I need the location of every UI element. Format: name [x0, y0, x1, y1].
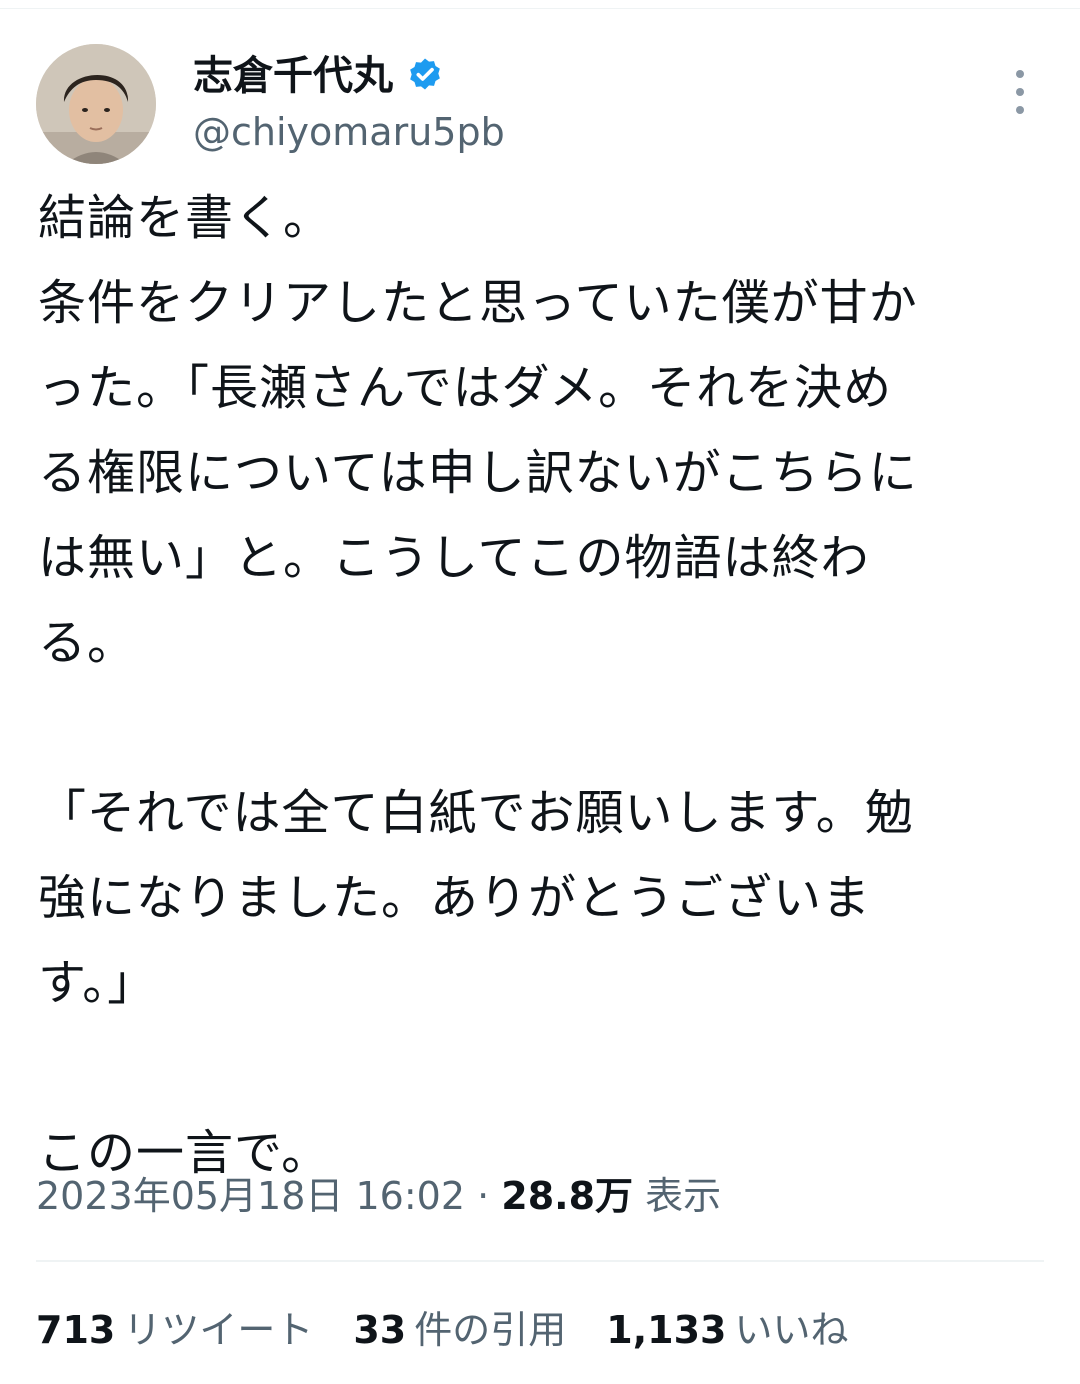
tweet-line: 結論を書く。: [38, 190, 333, 246]
tweet-timestamp[interactable]: 2023年05月18日 16:02: [36, 1174, 465, 1218]
meta-separator: ·: [477, 1174, 490, 1218]
author-name-text: 志倉千代丸: [193, 53, 393, 99]
verified-badge-icon[interactable]: [405, 56, 445, 96]
top-divider: [0, 8, 1080, 9]
author-handle[interactable]: @chiyomaru5pb: [193, 110, 505, 154]
retweets-label: リツイート: [123, 1308, 314, 1352]
tweet-line: は無い」と。こうしてこの物語は終わ: [38, 530, 870, 586]
views-label: 表示: [645, 1174, 722, 1218]
tweet-line: す。」: [38, 955, 157, 1011]
views-count: 28.8万: [501, 1174, 634, 1218]
tweet-line: った。「長瀬さんではダメ。それを決め: [38, 360, 893, 416]
tweet-detail: 志倉千代丸 @chiyomaru5pb 結論を書く。 条件をクリアしたと思ってい…: [0, 0, 1080, 1384]
avatar[interactable]: [36, 44, 156, 164]
tweet-line: 条件をクリアしたと思っていた僕が甘か: [38, 275, 918, 331]
quotes-stat[interactable]: 33 件の引用: [353, 1306, 566, 1354]
tweet-line: る権限については申し訳ないがこちらに: [38, 445, 918, 501]
tweet-line: 「それでは全て白紙でお願いします。勉: [38, 785, 914, 841]
more-dot: [1016, 106, 1024, 114]
retweets-stat[interactable]: 713 リツイート: [36, 1306, 313, 1354]
more-dot: [1016, 88, 1024, 96]
author-display-name[interactable]: 志倉千代丸: [193, 52, 445, 100]
tweet-line: る。: [38, 615, 137, 671]
likes-count: 1,133: [606, 1308, 727, 1352]
quotes-label: 件の引用: [414, 1308, 567, 1352]
likes-label: いいね: [734, 1308, 849, 1352]
likes-stat[interactable]: 1,133 いいね: [606, 1306, 848, 1354]
engagement-stats: 713 リツイート 33 件の引用 1,133 いいね: [36, 1306, 888, 1354]
tweet-text: 結論を書く。 条件をクリアしたと思っていた僕が甘か った。「長瀬さんではダメ。そ…: [38, 176, 1028, 1196]
stats-divider: [36, 1260, 1044, 1262]
tweet-meta: 2023年05月18日 16:02 · 28.8万 表示: [36, 1172, 721, 1220]
quotes-count: 33: [353, 1308, 407, 1352]
more-vertical-icon[interactable]: [1000, 70, 1040, 114]
tweet-line: 強になりました。ありがとうございま: [38, 870, 872, 926]
more-dot: [1016, 70, 1024, 78]
retweets-count: 713: [36, 1308, 116, 1352]
